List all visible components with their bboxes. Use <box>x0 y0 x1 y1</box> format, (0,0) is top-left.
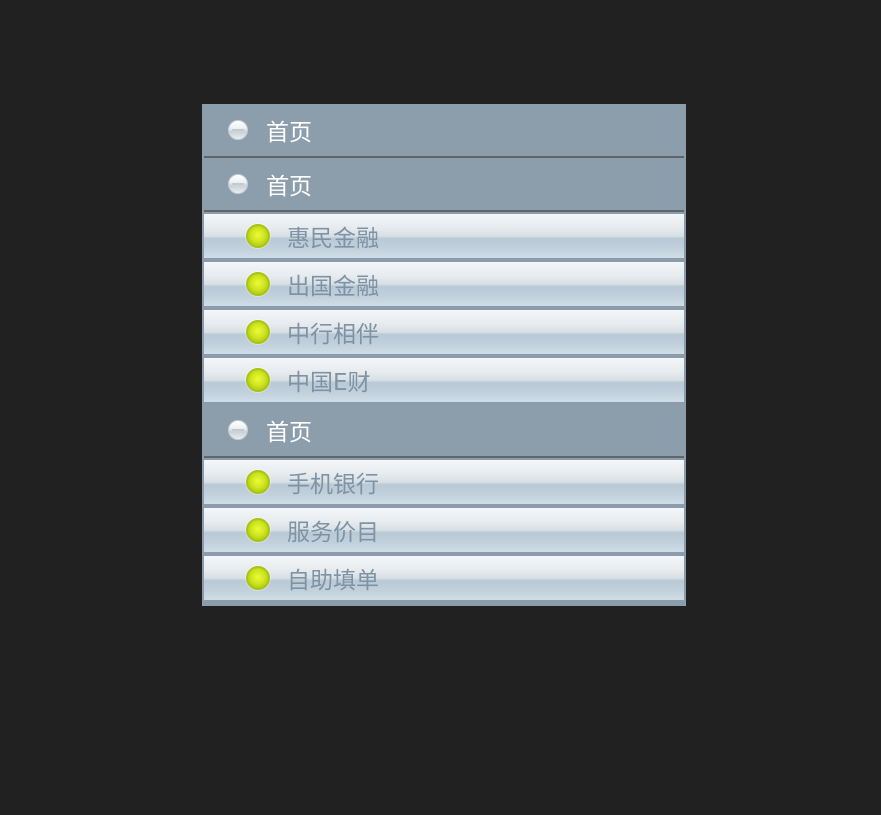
collapse-circle-icon <box>228 420 248 440</box>
collapse-circle-icon <box>228 120 248 140</box>
menu-header-1[interactable]: 首页 <box>204 104 684 158</box>
menu-item-label: 惠民金融 <box>287 226 379 252</box>
collapse-circle-icon <box>228 174 248 194</box>
menu-item-boc-companion[interactable]: 中行相伴 <box>204 310 684 354</box>
green-bullet-icon <box>246 518 270 542</box>
menu-item-label: 自助填单 <box>287 568 379 594</box>
menu-header-label: 首页 <box>266 120 312 146</box>
menu-item-overseas-finance[interactable]: 出国金融 <box>204 262 684 306</box>
green-bullet-icon <box>246 566 270 590</box>
menu-item-self-service-form[interactable]: 自助填单 <box>204 556 684 600</box>
green-bullet-icon <box>246 470 270 494</box>
menu-item-mobile-banking[interactable]: 手机银行 <box>204 460 684 504</box>
menu-header-2[interactable]: 首页 <box>204 158 684 212</box>
green-bullet-icon <box>246 272 270 296</box>
menu-item-label: 出国金融 <box>287 274 379 300</box>
menu-item-china-e-wealth[interactable]: 中国E财 <box>204 358 684 402</box>
green-bullet-icon <box>246 368 270 392</box>
menu-item-label: 中行相伴 <box>287 322 379 348</box>
menu-header-label: 首页 <box>266 174 312 200</box>
menu-item-service-prices[interactable]: 服务价目 <box>204 508 684 552</box>
green-bullet-icon <box>246 320 270 344</box>
accordion-menu: 首页 首页 惠民金融 出国金融 中行相伴 中国E财 首页 手机银行 服务价目 自… <box>202 104 686 606</box>
menu-header-3[interactable]: 首页 <box>204 404 684 458</box>
menu-item-label: 中国E财 <box>287 370 371 396</box>
menu-item-huimin-finance[interactable]: 惠民金融 <box>204 214 684 258</box>
menu-header-label: 首页 <box>266 420 312 446</box>
menu-item-label: 服务价目 <box>287 520 379 546</box>
menu-item-label: 手机银行 <box>287 472 379 498</box>
green-bullet-icon <box>246 224 270 248</box>
